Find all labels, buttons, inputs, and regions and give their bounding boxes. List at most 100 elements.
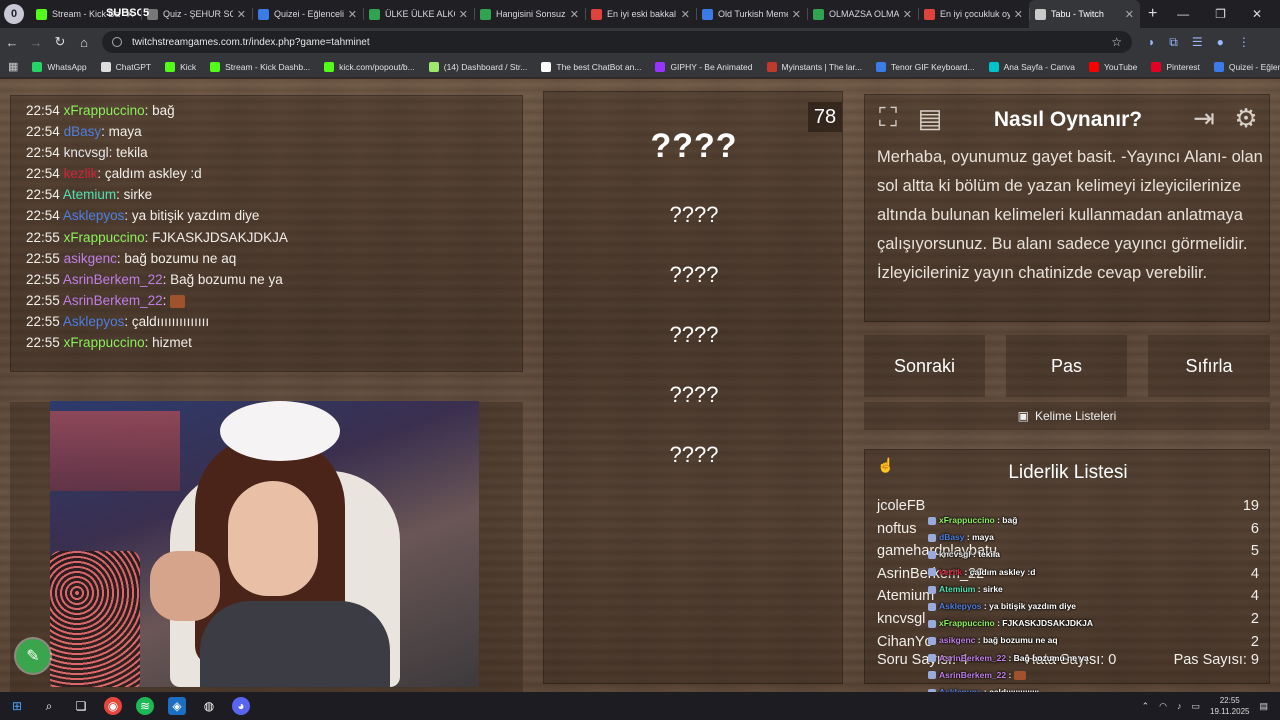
bookmark-item[interactable]: The best ChatBot an... xyxy=(541,61,641,72)
clock[interactable]: 22:55 19.11.2025 xyxy=(1210,695,1249,717)
tab-close-icon[interactable]: ✕ xyxy=(681,8,690,21)
bookmark-item[interactable]: ChatGPT xyxy=(100,61,151,72)
tab-favicon-icon xyxy=(924,8,935,20)
bookmark-item[interactable]: Stream - Kick Dashb... xyxy=(210,61,310,72)
task-view-icon[interactable]: ❏ xyxy=(72,697,90,715)
discord-icon[interactable]: ◕ xyxy=(232,697,250,715)
clipboard-icon: ▣ xyxy=(1017,409,1029,423)
bookmark-label: Myinstants | The lar... xyxy=(781,61,862,72)
browser-tab[interactable]: Old Turkish Meme ✕ xyxy=(696,0,807,28)
bookmark-label: WhatsApp xyxy=(47,61,87,72)
word-lists-button[interactable]: ▣ Kelime Listeleri xyxy=(864,402,1270,430)
bookmark-item[interactable]: Ana Sayfa - Canva xyxy=(988,61,1075,72)
bookmark-item[interactable]: Pinterest xyxy=(1151,61,1200,72)
overlay-chat-username: kncvsgl xyxy=(939,549,971,560)
chat-text: sirke xyxy=(123,187,153,203)
overlay-chat-message: asikgenc : bağ bozumu ne aq xyxy=(928,632,1158,649)
close-window-icon[interactable]: ✕ xyxy=(1252,7,1262,21)
apps-grid-icon[interactable]: ▦ xyxy=(8,60,18,73)
browser-tab[interactable]: OLMAZSA OLMAZ ✕ xyxy=(807,0,918,28)
tab-close-icon[interactable]: ✕ xyxy=(903,8,912,21)
minimize-icon[interactable]: — xyxy=(1177,7,1189,21)
leaderboard-title: Liderlik Listesi xyxy=(1008,462,1128,483)
next-button[interactable]: Sonraki xyxy=(864,335,985,397)
new-tab-button[interactable]: + xyxy=(1148,5,1157,23)
browser-tab[interactable]: Stream - Kick Da✕SUBSCRIBERS xyxy=(30,0,141,28)
bookmark-item[interactable]: WhatsApp xyxy=(32,61,87,72)
bookmark-item[interactable]: kick.com/popout/b... xyxy=(324,61,415,72)
tab-close-icon[interactable]: ✕ xyxy=(348,8,357,21)
overlay-chat-message: Atemium : sirke xyxy=(928,581,1158,598)
badge-icon xyxy=(928,602,936,611)
pass-button[interactable]: Pas xyxy=(1006,335,1127,397)
tab-close-icon[interactable]: ✕ xyxy=(1125,8,1134,21)
browser-tab[interactable]: Hangisini Sonsuza ✕ xyxy=(474,0,585,28)
bookmark-item[interactable]: Myinstants | The lar... xyxy=(766,61,862,72)
bookmark-favicon-icon xyxy=(655,61,666,72)
browser-tab[interactable]: Quizei - Eğlenceli ✕ xyxy=(252,0,363,28)
tab-label: Hangisini Sonsuza xyxy=(496,9,566,19)
reset-button[interactable]: Sıfırla xyxy=(1148,335,1270,397)
avatar[interactable]: ● xyxy=(1217,35,1224,50)
tab-close-icon[interactable]: ✕ xyxy=(237,8,246,21)
obs-icon[interactable]: ◍ xyxy=(200,697,218,715)
tab-close-icon[interactable]: ✕ xyxy=(792,8,801,21)
forward-icon[interactable]: → xyxy=(24,35,48,50)
wifi-icon[interactable]: ◠ xyxy=(1159,701,1167,712)
bookmark-item[interactable]: GIPHY - Be Animated xyxy=(655,61,753,72)
chat-time: 22:54 xyxy=(26,103,60,118)
maximize-icon[interactable]: ❐ xyxy=(1215,7,1226,21)
overlay-chat-username: dBasy xyxy=(939,532,965,543)
chat-text: bağ xyxy=(152,103,175,118)
back-icon[interactable]: ← xyxy=(0,35,24,50)
profile-button[interactable]: 0 xyxy=(4,4,24,24)
bookmark-item[interactable]: YouTube xyxy=(1088,61,1137,72)
chat-message: 22:54 xFrappuccino: bağ xyxy=(26,103,175,118)
bookmark-item[interactable]: Kick xyxy=(165,61,196,72)
reload-icon[interactable]: ↻ xyxy=(48,34,72,50)
volume-icon[interactable]: ♪ xyxy=(1177,701,1182,711)
chat-time: 22:55 xyxy=(26,250,60,266)
home-icon[interactable]: ⌂ xyxy=(72,35,96,50)
bookmark-item[interactable]: Quizei - Eğlenceli ve... xyxy=(1213,61,1280,72)
forbidden-word: ???? xyxy=(669,262,719,287)
leaderboard-name: jcoleFB xyxy=(877,498,926,514)
spotify-icon[interactable]: ≋ xyxy=(136,697,154,715)
search-icon[interactable]: ⌕ xyxy=(40,697,58,715)
chat-time: 22:54 xyxy=(26,124,60,140)
browser-tab[interactable]: En iyi çocukluk oy ✕ xyxy=(918,0,1029,28)
chevron-up-icon[interactable]: ⌃ xyxy=(1142,701,1150,712)
media-icon[interactable]: ☰ xyxy=(1192,35,1203,50)
bookmark-star-icon[interactable]: ☆ xyxy=(1111,35,1122,49)
pencil-icon[interactable]: ✎ xyxy=(16,639,50,673)
browser-tab[interactable]: ÜLKE ÜLKE ALKOL ✕ xyxy=(363,0,474,28)
browser-tab[interactable]: Quiz - ŞEHUR SO ✕ 5 xyxy=(141,0,252,28)
bookmark-item[interactable]: Tenor GIF Keyboard... xyxy=(875,61,975,72)
url-input[interactable]: twitchstreamgames.com.tr/index.php?game=… xyxy=(102,31,1132,53)
tab-close-icon[interactable]: ✕ xyxy=(459,8,468,21)
browser-tab[interactable]: Tabu - Twitch ✕ xyxy=(1029,0,1140,28)
tab-label: Old Turkish Meme xyxy=(718,9,788,19)
gear-icon[interactable]: ⚙ xyxy=(1229,101,1263,135)
badge-icon xyxy=(928,671,936,680)
site-info-icon[interactable] xyxy=(112,37,122,47)
tab-favicon-icon xyxy=(480,8,491,20)
battery-icon[interactable]: ▭ xyxy=(1192,701,1201,712)
logout-icon[interactable]: ⇥ xyxy=(1187,101,1221,135)
puzzle-icon[interactable]: ⧉ xyxy=(1169,35,1178,50)
steam-icon[interactable]: ◈ xyxy=(168,697,186,715)
browser-tab[interactable]: En iyi eski bakkal ✕ xyxy=(585,0,696,28)
chrome-icon[interactable]: ◉ xyxy=(104,697,122,715)
notifications-icon[interactable]: ▤ xyxy=(1259,701,1268,712)
windows-start-icon[interactable]: ⊞ xyxy=(8,697,26,715)
bookmark-item[interactable]: (14) Dashboard / Str... xyxy=(428,61,527,72)
extension-icon[interactable]: ◗ xyxy=(1148,35,1155,50)
tab-favicon-icon xyxy=(702,8,713,20)
menu-icon[interactable]: ⋮ xyxy=(1238,35,1250,50)
overlay-chat-text: çaldım askley :d xyxy=(969,566,1036,577)
tab-close-icon[interactable]: ✕ xyxy=(1014,8,1023,21)
overlay-chat-text: ya bitişik yazdım diye xyxy=(989,600,1077,611)
tab-close-icon[interactable]: ✕ xyxy=(570,8,579,21)
tab-label: Quizei - Eğlenceli xyxy=(274,9,344,19)
word-lists-label: Kelime Listeleri xyxy=(1034,409,1117,423)
